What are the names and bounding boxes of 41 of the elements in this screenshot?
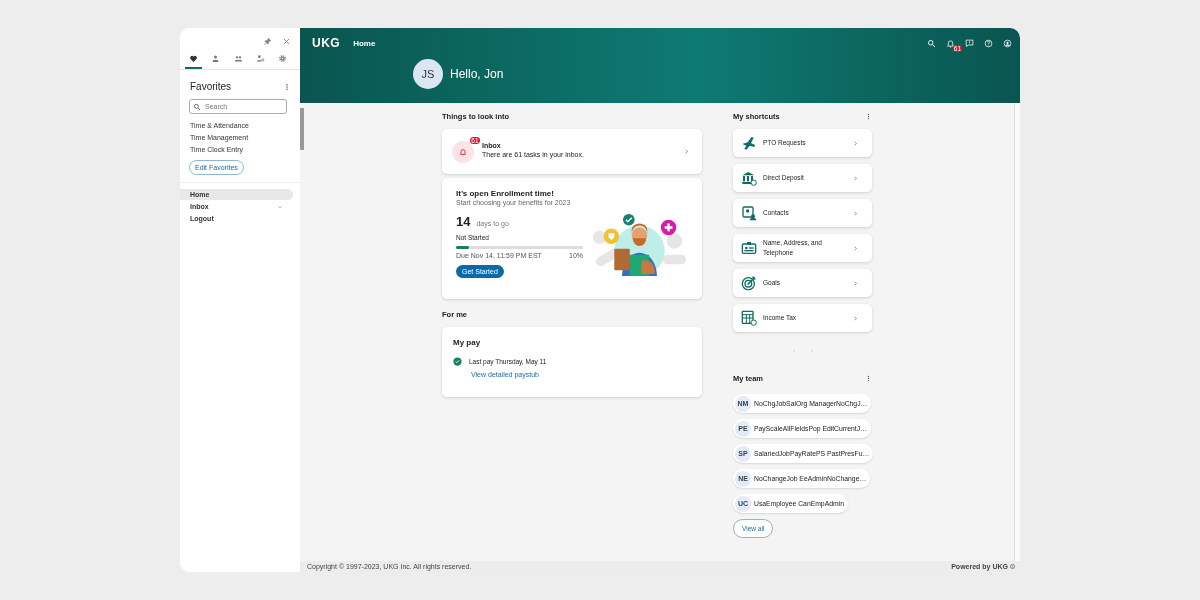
greeting: Hello, Jon [450, 67, 504, 81]
logo[interactable]: UKG [312, 36, 341, 50]
search-icon[interactable] [927, 38, 936, 48]
chevron-right-icon [852, 209, 859, 217]
pin-icon[interactable] [263, 37, 272, 46]
chevron-right-icon [683, 148, 690, 155]
heart-icon [189, 54, 198, 63]
days-count: 14 [456, 214, 471, 229]
chevron-right-icon [852, 139, 859, 147]
scrollbar[interactable] [1014, 103, 1020, 561]
help-icon[interactable] [984, 38, 993, 48]
more-icon[interactable] [865, 375, 872, 382]
table-icon [741, 310, 757, 326]
page-title: Home [353, 38, 376, 48]
card-title: It’s open Enrollment time! [456, 189, 555, 198]
bell-drawing [459, 147, 467, 156]
chevron-right-icon [852, 244, 859, 252]
avatar: JS [413, 59, 443, 89]
search-icon [193, 102, 201, 111]
people-icon [233, 54, 243, 63]
more-icon[interactable] [865, 113, 872, 120]
info-icon[interactable] [1010, 564, 1015, 569]
contact-card-icon [741, 205, 757, 221]
chat-icon[interactable] [965, 38, 974, 48]
panel-title: Favorites [190, 81, 232, 92]
settings-icon [278, 54, 287, 63]
id-card-icon [741, 240, 757, 256]
person-icon [211, 54, 221, 63]
close-icon[interactable] [282, 37, 291, 46]
bank-icon [741, 170, 757, 186]
airplane-icon [741, 135, 757, 151]
card-title: My pay [453, 338, 482, 347]
target-icon [741, 275, 757, 291]
bell-icon[interactable] [946, 38, 955, 48]
scrollbar[interactable] [300, 108, 304, 150]
chevron-right-icon [852, 279, 859, 287]
chevron-right-icon [852, 314, 859, 322]
check-circle-icon [453, 357, 462, 366]
account-icon[interactable] [1003, 38, 1012, 48]
person-gear-icon [255, 54, 265, 63]
chevron-right-icon [852, 174, 859, 182]
